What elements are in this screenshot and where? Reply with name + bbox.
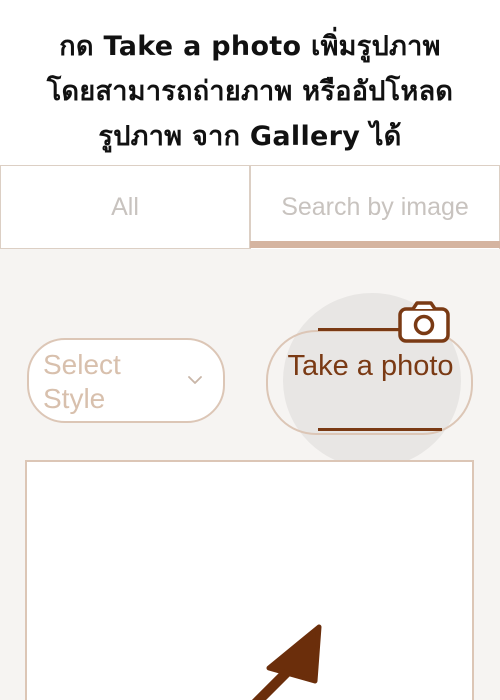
- instruction-banner: กด Take a photo เพิ่มรูปภาพ โดยสามารถถ่า…: [0, 0, 500, 165]
- take-photo-label: Take a photo: [287, 350, 454, 382]
- instruction-line-2: โดยสามารถถ่ายภาพ หรืออัปโหลด: [46, 76, 454, 107]
- app-screen: All Search by image Select Style Take a …: [0, 165, 500, 700]
- pointer-arrow: [251, 624, 322, 700]
- select-style-label: Select Style: [43, 349, 121, 414]
- tab-all[interactable]: All: [0, 165, 250, 249]
- tab-bar: All Search by image: [0, 165, 500, 249]
- instruction-line-3: รูปภาพ จาก Gallery ได้: [98, 121, 402, 152]
- take-photo-underline-bottom: [318, 428, 442, 431]
- camera-icon[interactable]: [398, 301, 450, 343]
- active-tab-indicator: [250, 241, 500, 248]
- take-photo-button[interactable]: Take a photo: [266, 330, 473, 435]
- chevron-down-icon: [188, 376, 202, 384]
- select-style-dropdown[interactable]: Select Style: [27, 338, 225, 423]
- instruction-line-1: กด Take a photo เพิ่มรูปภาพ: [59, 31, 441, 62]
- tab-search-by-image[interactable]: Search by image: [250, 165, 500, 249]
